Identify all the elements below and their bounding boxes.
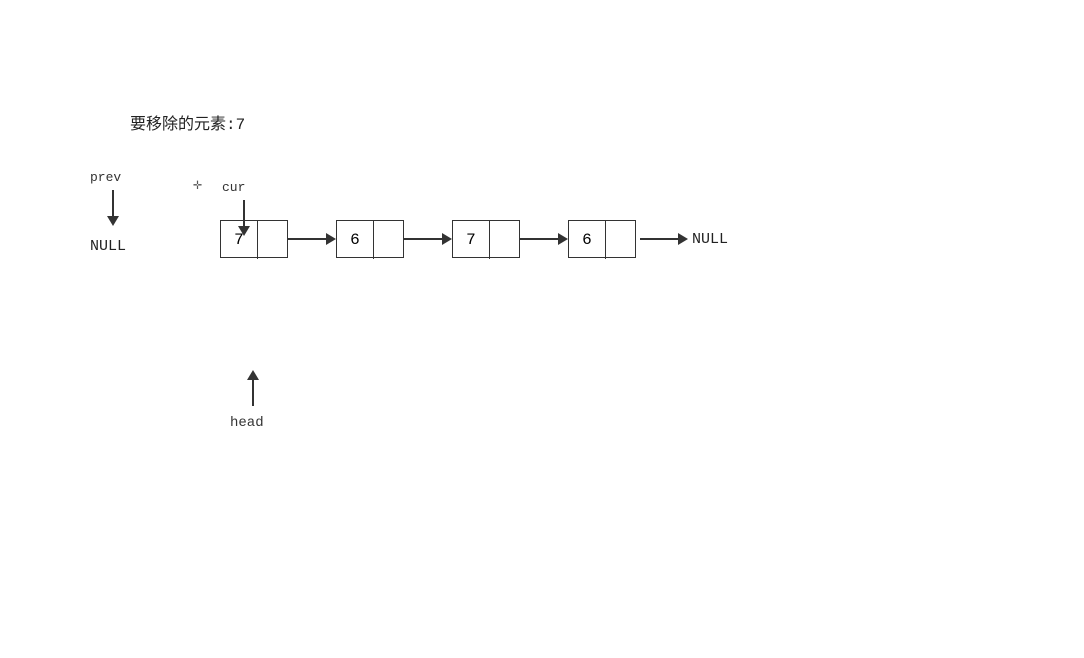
null-right-area: NULL — [640, 231, 728, 248]
arrow-line-1 — [288, 238, 326, 240]
prev-arrow-down — [107, 190, 119, 226]
node-3-box: 7 — [452, 220, 520, 258]
node-3: 7 — [452, 220, 520, 258]
node-2-box: 6 — [336, 220, 404, 258]
node-4: 6 — [568, 220, 636, 258]
arrow-3-4 — [520, 233, 568, 245]
node-1-box: 7 — [220, 220, 288, 258]
arrow-2-3 — [404, 233, 452, 245]
node-4-ptr — [606, 221, 635, 259]
head-arrow-up — [247, 370, 259, 406]
node-2: 6 — [336, 220, 404, 258]
arrow-1-2 — [288, 233, 336, 245]
node-1-val: 7 — [221, 221, 258, 259]
arrow-head-3 — [558, 233, 568, 245]
node-3-val: 7 — [453, 221, 490, 259]
arrow-head-1 — [326, 233, 336, 245]
node-2-val: 6 — [337, 221, 374, 259]
cursor-icon: ✛ — [193, 175, 202, 194]
title: 要移除的元素:7 — [130, 110, 245, 134]
head-v-line — [252, 380, 254, 406]
null-left: NULL — [90, 238, 126, 255]
node-1-ptr — [258, 221, 287, 259]
arrow-last — [640, 233, 688, 245]
head-arrowhead — [247, 370, 259, 380]
node-1: 7 — [220, 220, 288, 258]
linked-list-diagram: 7 6 7 6 — [220, 220, 728, 258]
prev-label: prev — [90, 170, 121, 185]
arrow-head-2 — [442, 233, 452, 245]
arrow-line-2 — [404, 238, 442, 240]
arrow-line-3 — [520, 238, 558, 240]
head-label: head — [230, 415, 264, 431]
node-2-ptr — [374, 221, 403, 259]
cur-label: cur — [222, 180, 245, 195]
null-right-label: NULL — [692, 231, 728, 248]
arrow-line-last — [640, 238, 678, 240]
node-4-val: 6 — [569, 221, 606, 259]
node-4-box: 6 — [568, 220, 636, 258]
arrow-head-last — [678, 233, 688, 245]
node-3-ptr — [490, 221, 519, 259]
